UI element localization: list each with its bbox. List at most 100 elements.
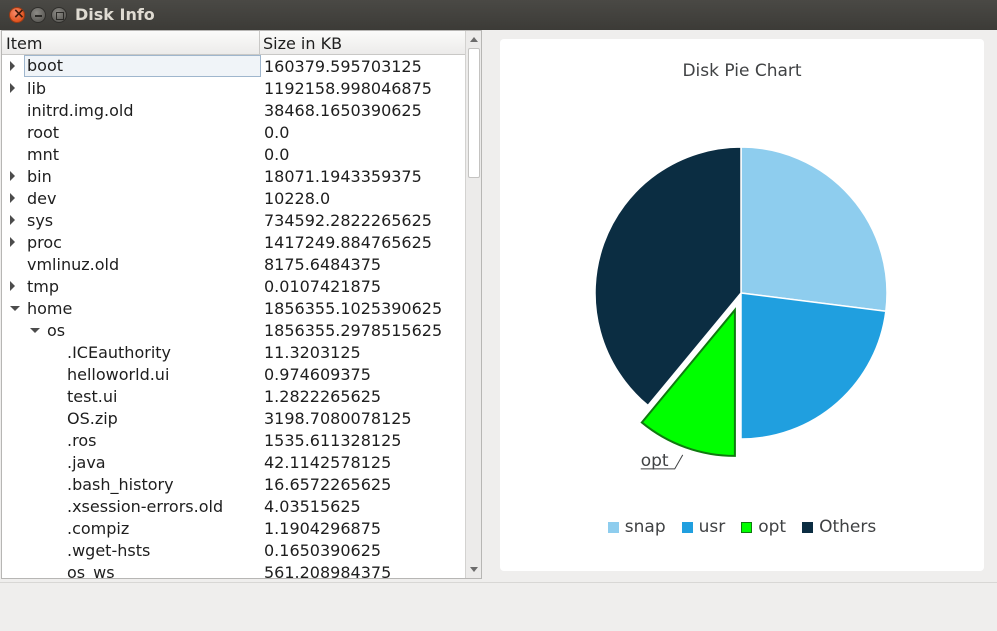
legend-item-usr[interactable]: usr [681,517,726,537]
expand-right-arrow-icon[interactable] [10,237,15,247]
chart-legend: snap usr opt Others [500,517,984,537]
legend-label: opt [758,517,787,537]
tree-row-name: os [47,321,66,340]
tree-row-name: OS.zip [67,409,118,428]
legend-item-opt[interactable]: opt [741,517,786,537]
tree-row[interactable]: OS.zip 3198.7080078125 [2,408,465,430]
disk-tree-view[interactable]: Item Size in KB boot 160379.595703125 lib 1… [1,30,482,579]
tree-row-size: 0.1650390625 [264,541,382,560]
tree-row[interactable]: os 1856355.2978515625 [2,320,465,342]
tree-row[interactable]: .xsession-errors.old 4.03515625 [2,496,465,518]
tree-row[interactable]: dev 10228.0 [2,188,465,210]
scroll-up-arrow-icon[interactable] [470,37,478,42]
tree-row[interactable]: .bash_history 16.6572265625 [2,474,465,496]
tree-row-name: dev [27,189,57,208]
tree-row-size: 11.3203125 [264,343,361,362]
expand-right-arrow-icon[interactable] [10,193,15,203]
legend-swatch [741,521,753,533]
tree-row[interactable]: sys 734592.2822265625 [2,210,465,232]
expand-down-arrow-icon[interactable] [10,306,20,311]
chart-panel: Disk Pie Chart opt snap usr opt Others [500,39,984,571]
tree-row-name: test.ui [67,387,118,406]
tree-row-size: 1856355.1025390625 [264,299,443,318]
tree-row-name: .ros [67,431,97,450]
legend-label: usr [698,517,726,537]
tree-row-size: 10228.0 [264,189,331,208]
tree-row-name: bin [27,167,52,186]
tree-row-name: helloworld.ui [67,365,170,384]
tree-row[interactable]: .java 42.1142578125 [2,452,465,474]
pie-slice-usr[interactable] [740,292,887,440]
column-header-item[interactable]: Item [6,34,42,53]
tree-row-size: 4.03515625 [264,497,361,516]
tree-row[interactable]: bin 18071.1943359375 [2,166,465,188]
legend-label: Others [819,517,877,537]
tree-row-size: 0.0 [264,123,290,142]
tree-row-name: sys [27,211,54,230]
minimize-window-button[interactable] [30,7,46,23]
expand-right-arrow-icon[interactable] [10,83,15,93]
legend-item-snap[interactable]: snap [607,517,666,537]
tree-row[interactable]: mnt 0.0 [2,144,465,166]
tree-row-name: .bash_history [67,475,174,494]
disk-info-window: Disk Info Item Size in KB boot160379.595… [0,0,997,631]
tree-row-size: 1192158.998046875 [264,79,432,98]
tree-row[interactable]: root 0.0 [2,122,465,144]
tree-row[interactable]: home 1856355.1025390625 [2,298,465,320]
expand-down-arrow-icon[interactable] [30,328,40,333]
legend-swatch [802,521,814,533]
tree-row[interactable]: tmp 0.0107421875 [2,276,465,298]
tree-row-name: home [27,299,73,318]
window-title: Disk Info [75,5,155,24]
tree-row[interactable]: boot 160379.595703125 [2,55,465,78]
tree-row-name: os_ws [67,563,115,579]
tree-row-name: vmlinuz.old [27,255,120,274]
close-window-button[interactable] [9,6,25,23]
tree-row-size: 160379.595703125 [264,57,422,76]
expand-right-arrow-icon[interactable] [10,171,15,181]
scroll-down-arrow-icon[interactable] [470,567,478,572]
tree-row[interactable]: helloworld.ui 0.974609375 [2,364,465,386]
tree-row-size: 0.0107421875 [264,277,382,296]
legend-swatch [607,521,619,533]
tree-row-name: tmp [27,277,60,296]
tree-row-size: 561.208984375 [264,563,392,579]
column-header-size[interactable]: Size in KB [263,34,342,53]
tree-row[interactable]: vmlinuz.old 8175.6484375 [2,254,465,276]
tree-row-name: .java [67,453,106,472]
scrollbar-thumb[interactable] [468,48,480,178]
tree-row-size: 8175.6484375 [264,255,382,274]
tree-row-name: .wget-hsts [67,541,151,560]
tree-row[interactable]: os_ws 561.208984375 [2,562,465,579]
expand-right-arrow-icon[interactable] [10,281,15,291]
tree-row[interactable]: lib 1192158.998046875 [2,78,465,100]
vertical-scrollbar[interactable] [465,31,481,578]
tree-row[interactable]: proc 1417249.884765625 [2,232,465,254]
column-divider[interactable] [259,31,260,55]
tree-row-name: lib [27,79,47,98]
legend-label: snap [624,517,666,537]
legend-item-others[interactable]: Others [802,517,876,537]
tree-row[interactable]: .compiz 1.1904296875 [2,518,465,540]
expand-right-arrow-icon[interactable] [10,61,15,71]
tree-row[interactable]: .wget-hsts 0.1650390625 [2,540,465,562]
tree-row-size: 1856355.2978515625 [264,321,443,340]
tree-row-size: 0.974609375 [264,365,371,384]
tree-row-size: 3198.7080078125 [264,409,412,428]
tree-row[interactable]: .ros 1535.611328125 [2,430,465,452]
tree-row[interactable]: .ICEauthority 11.3203125 [2,342,465,364]
expand-right-arrow-icon[interactable] [10,215,15,225]
tree-row-name: .compiz [67,519,130,538]
legend-swatch [681,521,693,533]
tree-row-name: .ICEauthority [67,343,171,362]
tree-header: Item Size in KB [2,31,465,55]
maximize-window-button[interactable] [51,7,67,23]
pie-slice-snap[interactable] [740,146,888,313]
tree-row-name: mnt [27,145,59,164]
tree-row-size: 1.1904296875 [264,519,382,538]
tree-row-size: 38468.1650390625 [264,101,422,120]
slice-label-opt: opt [641,451,669,471]
tree-row-size: 16.6572265625 [264,475,392,494]
tree-row[interactable]: test.ui 1.2822265625 [2,386,465,408]
tree-row[interactable]: initrd.img.old 38468.1650390625 [2,100,465,122]
